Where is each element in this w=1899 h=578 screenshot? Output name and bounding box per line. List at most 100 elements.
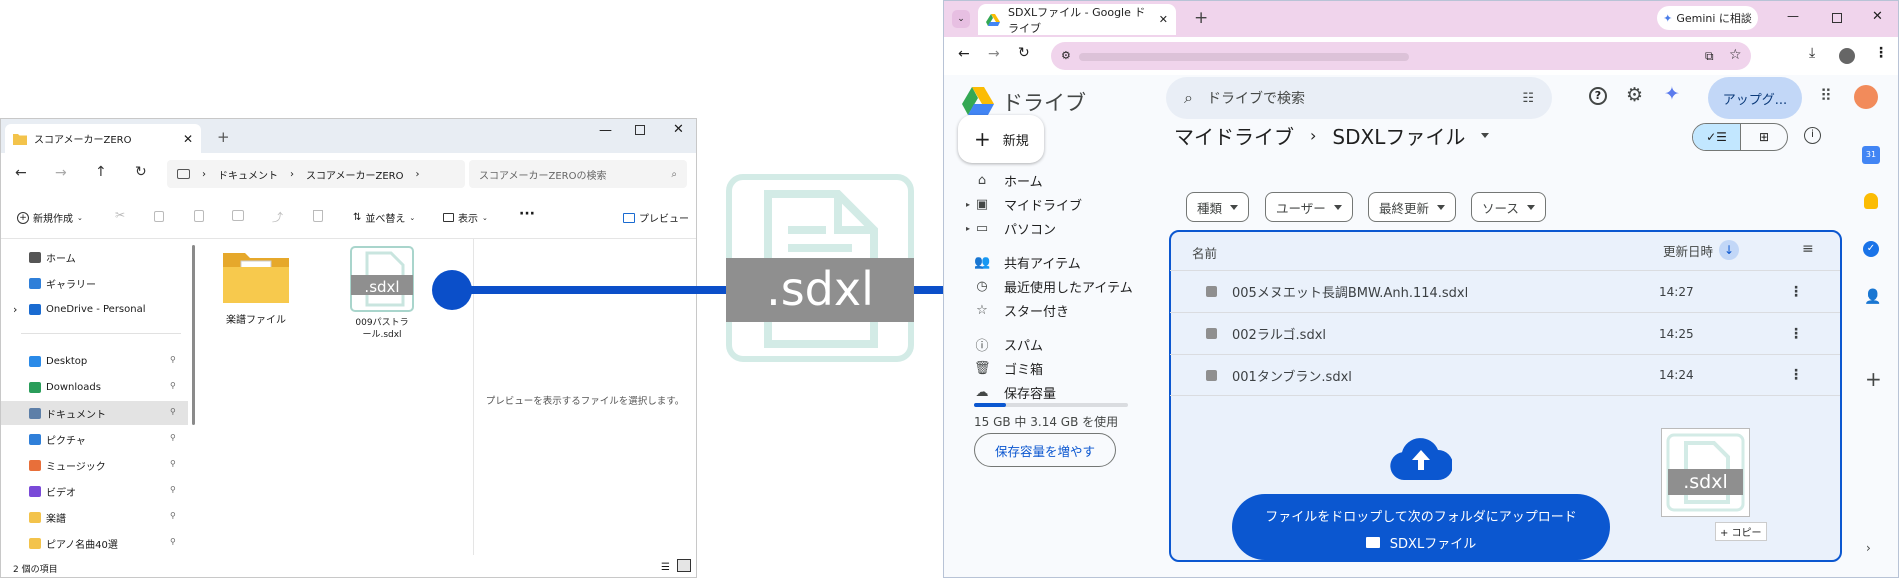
list-view-button[interactable]: ✓☰ xyxy=(1693,124,1740,150)
expand-panel-icon[interactable]: › xyxy=(1866,541,1871,555)
pin-icon[interactable]: ⚲ xyxy=(170,355,180,365)
apps-grid-icon[interactable]: ⠿ xyxy=(1820,86,1832,105)
breadcrumb-my-drive[interactable]: マイドライブ xyxy=(1174,121,1294,150)
cut-icon[interactable]: ✂ xyxy=(115,208,125,222)
tab-search-icon[interactable]: ⌄ xyxy=(952,10,970,28)
breadcrumb-item-documents[interactable]: ドキュメント xyxy=(218,167,278,182)
profile-avatar[interactable] xyxy=(1839,48,1855,64)
breadcrumb[interactable]: › ドキュメント › スコアメーカーZERO › xyxy=(167,160,465,188)
refresh-icon[interactable]: ↻ xyxy=(135,164,147,180)
file-row[interactable]: 002ラルゴ.sdxl 14:25 ⋮ xyxy=(1170,312,1840,354)
maximize-icon[interactable] xyxy=(635,125,645,135)
nav-item[interactable]: ▸ ▣ マイドライブ xyxy=(966,195,1082,214)
close-window-icon[interactable]: ✕ xyxy=(673,122,684,137)
pin-icon[interactable]: ⚲ xyxy=(170,407,180,417)
add-addon-icon[interactable]: + xyxy=(1865,367,1882,391)
sidebar-item[interactable]: ピクチャ ⚲ xyxy=(1,427,188,451)
pin-icon[interactable]: ⚲ xyxy=(170,485,180,495)
filter-chip-people[interactable]: ユーザー xyxy=(1265,192,1353,222)
paste-icon[interactable] xyxy=(194,210,204,222)
folder-item[interactable]: 楽譜ファイル xyxy=(220,249,292,327)
new-tab-icon[interactable]: + xyxy=(1194,8,1208,28)
pin-icon[interactable]: ⚲ xyxy=(170,459,180,469)
tiles-view-icon[interactable] xyxy=(677,559,691,572)
column-header-modified[interactable]: 更新日時 ↓ xyxy=(1663,240,1740,260)
more-icon[interactable]: ··· xyxy=(519,206,535,222)
sidebar-item[interactable]: ビデオ ⚲ xyxy=(1,479,188,503)
download-icon[interactable]: ⤓ xyxy=(1809,45,1815,61)
drive-search-input[interactable]: ⌕ ドライブで検索 ☷ xyxy=(1166,77,1552,119)
sort-arrow-icon[interactable]: ↓ xyxy=(1719,240,1740,260)
back-icon[interactable]: ← xyxy=(15,165,27,181)
sidebar-item[interactable]: ドキュメント ⚲ xyxy=(1,401,188,425)
delete-icon[interactable] xyxy=(313,210,323,222)
nav-item[interactable]: ◷ 最近使用したアイテム xyxy=(974,277,1132,296)
up-icon[interactable]: ↑ xyxy=(95,164,107,180)
sort-options-icon[interactable]: ≡ xyxy=(1802,241,1814,257)
new-tab-icon[interactable]: + xyxy=(217,128,230,146)
share-icon[interactable]: ⤴ xyxy=(272,209,283,225)
help-icon[interactable]: ? xyxy=(1589,87,1607,105)
back-icon[interactable]: ← xyxy=(958,46,970,62)
more-actions-icon[interactable]: ⋮ xyxy=(1789,284,1803,300)
filter-chip-type[interactable]: 種類 xyxy=(1186,192,1250,222)
nav-item[interactable]: 👥 共有アイテム xyxy=(974,253,1081,272)
details-view-icon[interactable]: ☰ xyxy=(661,562,670,573)
settings-icon[interactable]: ⚙ xyxy=(1626,84,1643,106)
keep-icon[interactable] xyxy=(1864,193,1878,209)
preview-pane-button[interactable]: プレビュー xyxy=(623,210,689,225)
account-avatar[interactable] xyxy=(1854,85,1878,109)
pin-icon[interactable]: ⚲ xyxy=(170,511,180,521)
folder-menu-chevron-icon[interactable] xyxy=(1481,133,1490,138)
pin-icon[interactable]: ⚲ xyxy=(170,433,180,443)
install-icon[interactable]: ⧉ xyxy=(1705,49,1714,64)
column-header-name[interactable]: 名前 xyxy=(1192,243,1217,262)
upgrade-button[interactable]: アップグ... xyxy=(1708,77,1802,119)
more-actions-icon[interactable]: ⋮ xyxy=(1789,367,1803,383)
nav-item[interactable]: 🗑 ゴミ箱 xyxy=(974,359,1043,378)
sidebar-item[interactable]: ミュージック ⚲ xyxy=(1,453,188,477)
sidebar-item[interactable]: ギャラリー xyxy=(1,271,188,295)
search-options-icon[interactable]: ☷ xyxy=(1522,91,1534,106)
sidebar-item[interactable]: › OneDrive - Personal xyxy=(1,297,188,321)
nav-item[interactable]: ▸ ▭ パソコン xyxy=(966,219,1056,238)
breadcrumb-item-folder[interactable]: スコアメーカーZERO xyxy=(306,167,404,182)
sort-button[interactable]: ⇅ 並べ替え ⌄ xyxy=(353,210,415,225)
grid-view-button[interactable]: ⊞ xyxy=(1739,124,1787,150)
chrome-tab[interactable]: SDXLファイル - Google ドライブ ✕ xyxy=(978,4,1176,35)
reload-icon[interactable]: ↻ xyxy=(1018,45,1030,61)
forward-icon[interactable]: → xyxy=(988,46,1000,62)
calendar-icon[interactable]: 31 xyxy=(1862,146,1880,164)
close-window-icon[interactable]: ✕ xyxy=(1872,9,1883,24)
site-info-icon[interactable]: ⚙ xyxy=(1061,49,1071,62)
breadcrumb-current-folder[interactable]: SDXLファイル xyxy=(1332,121,1465,150)
pin-icon[interactable]: ⚲ xyxy=(170,381,180,391)
gemini-sparkle-icon[interactable]: ✦ xyxy=(1664,83,1680,105)
new-button[interactable]: + 新規 xyxy=(958,115,1044,163)
sidebar-item[interactable]: Desktop ⚲ xyxy=(1,349,188,373)
forward-icon[interactable]: → xyxy=(55,165,67,181)
details-info-icon[interactable]: i xyxy=(1804,127,1821,144)
bookmark-star-icon[interactable]: ☆ xyxy=(1729,47,1742,63)
filter-chip-source[interactable]: ソース xyxy=(1471,192,1546,222)
gemini-button[interactable]: ✦ Gemini に相談 xyxy=(1657,6,1758,30)
file-row[interactable]: 005メヌエット長調BMW.Anh.114.sdxl 14:27 ⋮ xyxy=(1170,270,1840,312)
nav-item[interactable]: ⓘ スパム xyxy=(974,335,1043,354)
file-row[interactable]: 001タンブラン.sdxl 14:24 ⋮ xyxy=(1170,354,1840,396)
sidebar-item[interactable]: ピアノ名曲40選 ⚲ xyxy=(1,531,188,555)
maximize-icon[interactable] xyxy=(1832,13,1842,23)
nav-item[interactable]: ☆ スター付き xyxy=(974,301,1069,320)
filter-chip-modified[interactable]: 最終更新 xyxy=(1368,192,1457,222)
expand-arrow-icon[interactable]: ▸ xyxy=(966,224,970,233)
expand-arrow-icon[interactable]: ▸ xyxy=(966,200,970,209)
minimize-icon[interactable]: — xyxy=(1787,9,1799,23)
chrome-menu-icon[interactable]: ⋮ xyxy=(1874,45,1888,61)
sidebar-item[interactable]: Downloads ⚲ xyxy=(1,375,188,399)
view-button[interactable]: 表示 ⌄ xyxy=(443,210,488,225)
rename-icon[interactable] xyxy=(232,210,244,221)
get-more-storage-button[interactable]: 保存容量を増やす xyxy=(974,433,1116,467)
tasks-icon[interactable]: ✓ xyxy=(1863,241,1879,257)
contacts-icon[interactable]: 👤 xyxy=(1864,289,1881,305)
pin-icon[interactable]: ⚲ xyxy=(170,537,180,547)
new-button[interactable]: + 新規作成 ⌄ xyxy=(17,210,83,225)
